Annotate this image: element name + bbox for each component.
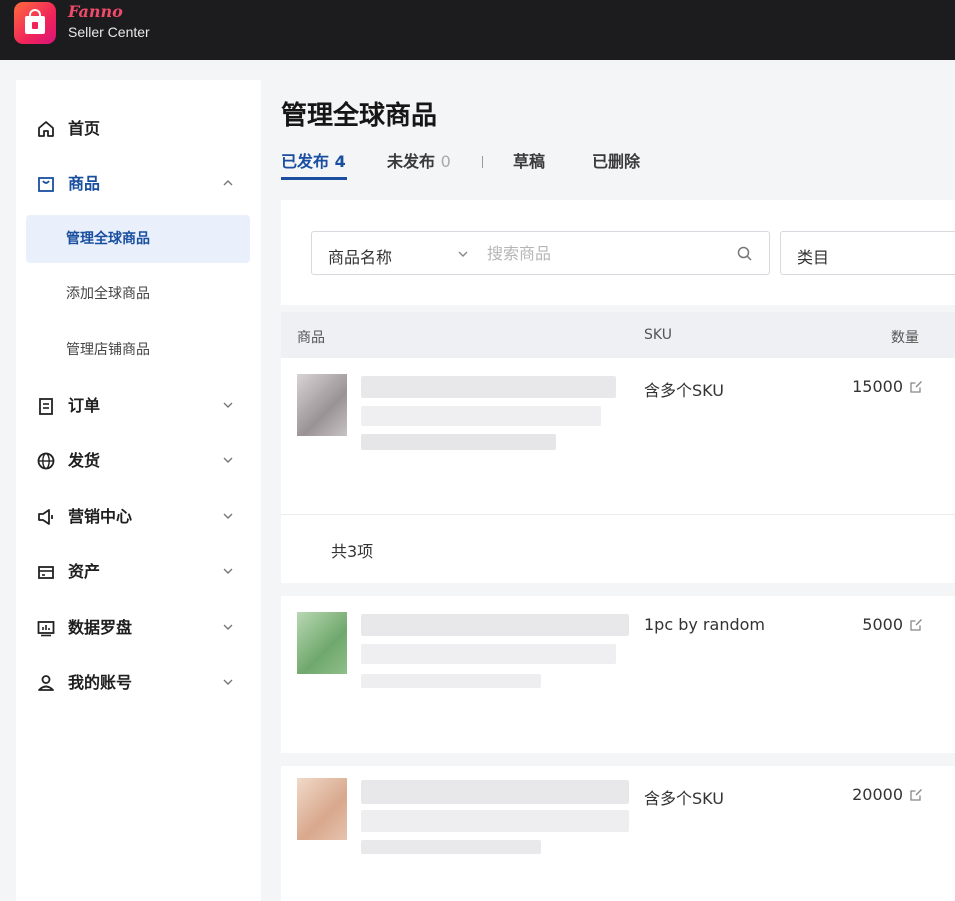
table-row[interactable]: 含多个SKU 15000 共3项 <box>281 358 955 583</box>
table-row[interactable]: 1pc by random 5000 <box>281 596 955 753</box>
tab-draft[interactable]: 草稿 <box>513 152 545 172</box>
product-title-placeholder <box>361 376 616 398</box>
product-title-placeholder <box>361 810 629 832</box>
sidebar-item-label: 发货 <box>68 451 100 471</box>
quantity-value: 15000 <box>852 377 903 396</box>
tab-label: 草稿 <box>513 152 545 171</box>
page-title: 管理全球商品 <box>281 95 437 132</box>
column-header-quantity: 数量 <box>891 327 919 347</box>
sku-value: 含多个SKU <box>644 785 724 809</box>
chart-monitor-icon <box>36 618 56 638</box>
wallet-icon <box>36 562 56 582</box>
chevron-down-icon <box>222 565 234 577</box>
brand-subtitle: Seller Center <box>68 24 150 40</box>
sku-value: 1pc by random <box>644 615 765 634</box>
product-meta-placeholder <box>361 840 541 854</box>
sidebar-item-label: 我的账号 <box>68 673 132 693</box>
product-meta-placeholder <box>361 434 556 450</box>
tab-active-indicator <box>281 177 347 180</box>
table-header: 商品 SKU 数量 <box>281 312 955 358</box>
category-label: 类目 <box>797 244 829 268</box>
tab-unpublished[interactable]: 未发布 0 <box>387 152 451 172</box>
sidebar-item-marketing[interactable]: 营销中心 <box>16 497 261 537</box>
sidebar-item-label: 首页 <box>68 119 100 139</box>
row-divider <box>281 514 955 515</box>
product-thumbnail[interactable] <box>297 778 347 840</box>
sidebar-subitem-manage-store[interactable]: 管理店铺商品 <box>26 326 250 374</box>
fanno-logo-icon[interactable] <box>14 2 56 44</box>
sidebar: 首页 商品 管理全球商品 添加全球商品 管理店铺商品 订单 发货 营销中心 资产 <box>16 80 261 901</box>
home-icon <box>36 119 56 139</box>
tab-count: 4 <box>335 152 346 171</box>
product-meta-placeholder <box>361 674 541 688</box>
sidebar-subitem-label: 添加全球商品 <box>66 285 150 303</box>
chevron-up-icon <box>222 177 234 189</box>
tab-count: 0 <box>441 152 451 171</box>
chevron-down-icon <box>222 676 234 688</box>
edit-icon[interactable] <box>909 380 923 394</box>
search-field-group: 商品名称 <box>311 231 770 275</box>
sidebar-item-label: 营销中心 <box>68 507 132 527</box>
product-title-placeholder <box>361 780 629 804</box>
tab-published[interactable]: 已发布 4 <box>281 152 346 172</box>
shopping-bag-icon <box>36 174 56 194</box>
sidebar-item-label: 订单 <box>68 396 100 416</box>
brand-name: Fanno <box>68 2 123 21</box>
column-header-sku: SKU <box>644 327 672 343</box>
table-row[interactable]: 含多个SKU 20000 <box>281 766 955 901</box>
megaphone-icon <box>36 507 56 527</box>
sidebar-item-home[interactable]: 首页 <box>16 109 261 149</box>
tab-label: 已发布 <box>281 152 329 171</box>
product-thumbnail[interactable] <box>297 374 347 436</box>
sidebar-subitem-add-global[interactable]: 添加全球商品 <box>26 270 250 318</box>
quantity-value: 5000 <box>862 615 903 634</box>
column-header-product: 商品 <box>297 327 325 347</box>
chevron-down-icon[interactable] <box>457 248 469 260</box>
sidebar-item-products[interactable]: 商品 <box>16 164 261 204</box>
tab-deleted[interactable]: 已删除 <box>592 152 640 172</box>
sidebar-item-label: 商品 <box>68 174 100 194</box>
top-bar: Fanno Seller Center <box>0 0 955 60</box>
edit-icon[interactable] <box>909 788 923 802</box>
search-icon[interactable] <box>736 245 754 263</box>
chevron-down-icon <box>222 399 234 411</box>
sidebar-item-assets[interactable]: 资产 <box>16 552 261 592</box>
category-select[interactable]: 类目 <box>780 231 955 275</box>
sidebar-item-label: 数据罗盘 <box>68 618 132 638</box>
search-field-select[interactable]: 商品名称 <box>328 244 392 268</box>
tab-divider <box>482 156 483 168</box>
clipboard-icon <box>36 396 56 416</box>
product-title-placeholder <box>361 406 601 426</box>
sidebar-item-orders[interactable]: 订单 <box>16 386 261 426</box>
filter-panel: 商品名称 类目 <box>281 200 955 305</box>
product-thumbnail[interactable] <box>297 612 347 674</box>
sidebar-item-data-compass[interactable]: 数据罗盘 <box>16 608 261 648</box>
search-input[interactable] <box>487 239 727 267</box>
sidebar-item-my-account[interactable]: 我的账号 <box>16 663 261 703</box>
sidebar-item-shipping[interactable]: 发货 <box>16 441 261 481</box>
sku-value: 含多个SKU <box>644 377 724 401</box>
chevron-down-icon <box>222 510 234 522</box>
product-title-placeholder <box>361 614 629 636</box>
tab-label: 已删除 <box>592 152 640 171</box>
sidebar-item-label: 资产 <box>68 562 100 582</box>
product-title-placeholder <box>361 644 616 664</box>
edit-icon[interactable] <box>909 618 923 632</box>
tab-label: 未发布 <box>387 152 435 171</box>
quantity-value: 20000 <box>852 785 903 804</box>
globe-icon <box>36 451 56 471</box>
sidebar-subitem-manage-global[interactable]: 管理全球商品 <box>26 215 250 263</box>
user-icon <box>36 673 56 693</box>
sku-total-count: 共3项 <box>331 538 373 562</box>
chevron-down-icon <box>222 621 234 633</box>
sidebar-subitem-label: 管理全球商品 <box>66 230 150 248</box>
sidebar-subitem-label: 管理店铺商品 <box>66 341 150 359</box>
chevron-down-icon <box>222 454 234 466</box>
